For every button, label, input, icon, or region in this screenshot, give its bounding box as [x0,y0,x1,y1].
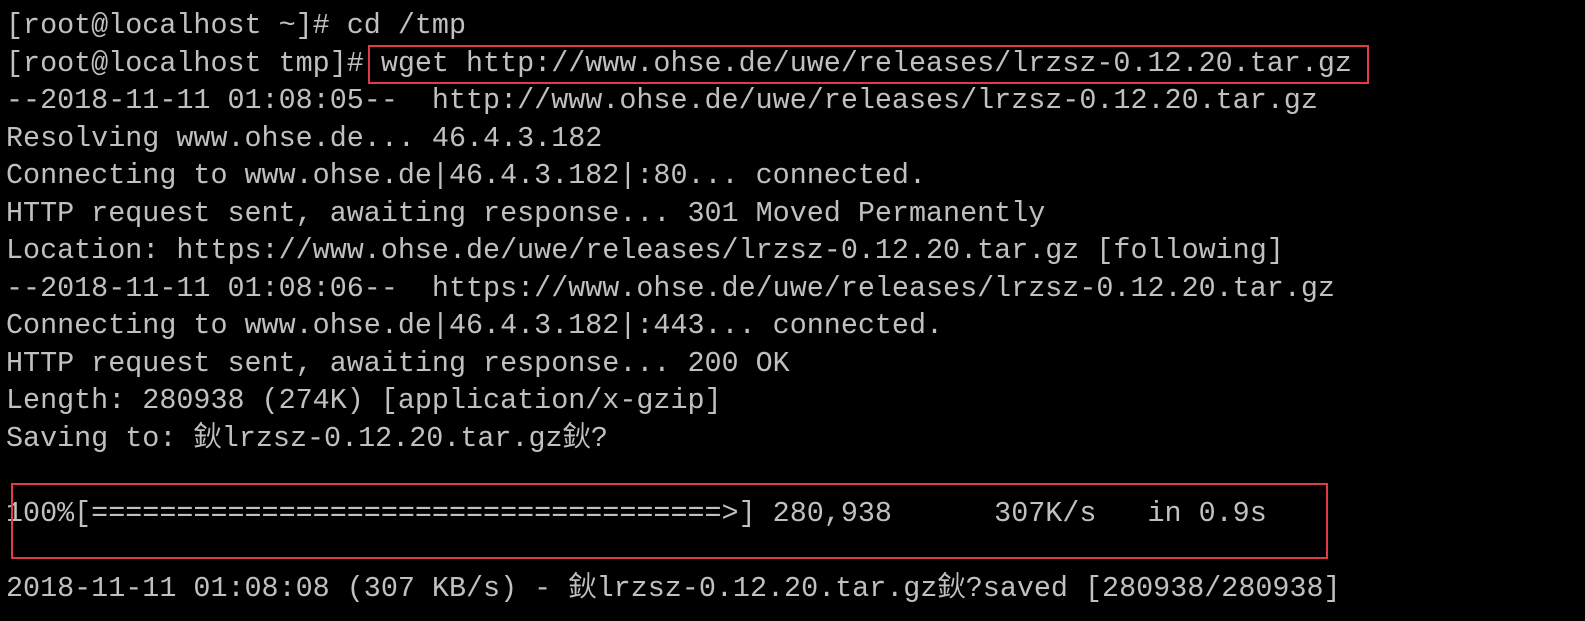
terminal-line: [root@localhost ~]# cd /tmp [6,9,467,42]
terminal-line: Connecting to www.ohse.de|46.4.3.182|:44… [6,309,944,342]
terminal-line: Location: https://www.ohse.de/uwe/releas… [6,234,1284,267]
terminal-line: HTTP request sent, awaiting response... … [6,196,1046,230]
terminal-line: 2018-11-11 01:08:08 (307 KB/s) - 鈥lrzsz-… [6,571,1341,605]
terminal-line: Length: 280938 (274K) [application/x-gzi… [6,384,722,417]
terminal-line: Saving to: 鈥lrzsz-0.12.20.tar.gz鈥? [6,421,608,455]
highlight-box-command [368,45,1369,84]
terminal-line: HTTP request sent, awaiting response... … [6,346,790,380]
terminal-line: Resolving www.ohse.de... 46.4.3.182 [6,121,603,155]
terminal-line: --2018-11-11 01:08:06-- https://www.ohse… [6,271,1335,305]
highlight-box-progress [11,483,1328,559]
terminal-line: Connecting to www.ohse.de|46.4.3.182|:80… [6,159,927,192]
terminal-line: --2018-11-11 01:08:05-- http://www.ohse.… [6,84,1318,117]
